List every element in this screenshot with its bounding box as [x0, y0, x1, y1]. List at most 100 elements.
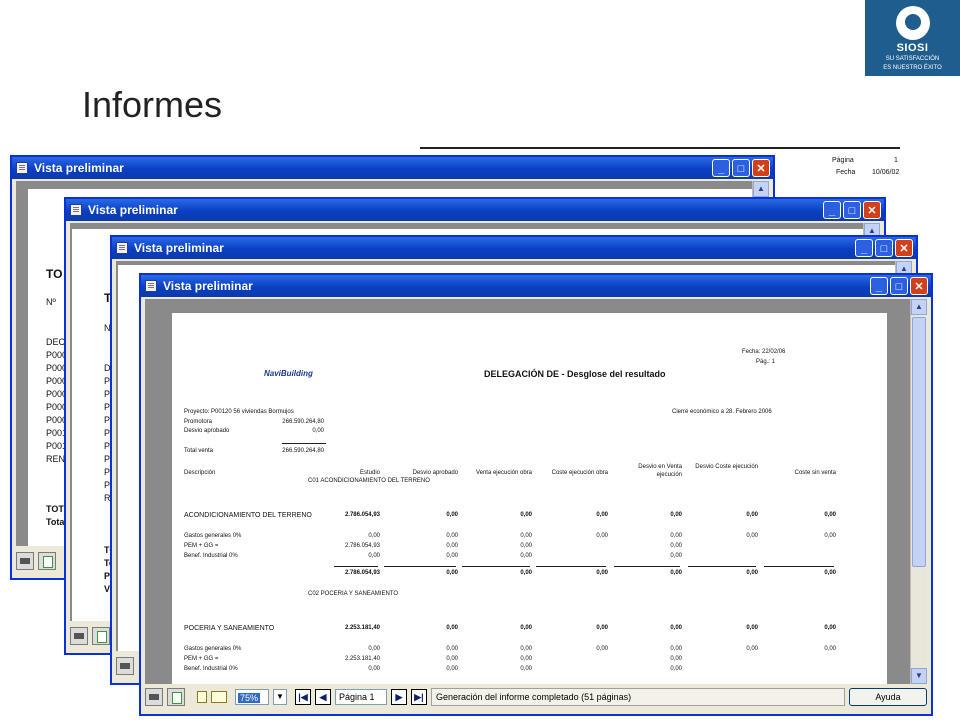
logo-name: SIOSI	[896, 42, 929, 54]
sub-row-value: 0,00	[520, 646, 532, 652]
chevron-down-icon[interactable]: ▼	[273, 689, 287, 705]
two-page-view-icon[interactable]	[211, 691, 227, 703]
chapter-value: 0,00	[824, 512, 836, 518]
report-pag: Pág.: 1	[756, 359, 776, 365]
window-front-titlebar[interactable]: Vista preliminar _ □ ✕	[141, 275, 931, 297]
chapter-value: 0,00	[670, 512, 682, 518]
maximize-button[interactable]: □	[732, 159, 750, 177]
col-header-coste-sin-venta: Coste sin venta	[794, 470, 836, 476]
close-button[interactable]: ✕	[895, 239, 913, 257]
sub-row-value: 0,00	[746, 533, 758, 539]
print-icon[interactable]	[116, 657, 134, 675]
chapter-total-value: 0,00	[746, 570, 758, 576]
sub-row-value: 0,00	[446, 553, 458, 559]
chapter-value: 0,00	[520, 512, 532, 518]
slide-title: Informes	[82, 84, 223, 125]
maximize-button[interactable]: □	[890, 277, 908, 295]
total-separator-line	[536, 566, 606, 567]
report-title: DELEGACIÓN DE - Desglose del resultado	[484, 369, 666, 379]
chapter-code: C01 ACONDICIONAMIENTO DEL TERRENO	[308, 478, 430, 484]
close-button[interactable]: ✕	[910, 277, 928, 295]
total-separator-line	[384, 566, 456, 567]
chapter-value: 2.786.054,93	[344, 512, 380, 518]
chapter-name: POCERIA Y SANEAMIENTO	[184, 625, 275, 632]
export-icon[interactable]	[92, 627, 110, 645]
minimize-button[interactable]: _	[712, 159, 730, 177]
total-separator-line	[764, 566, 834, 567]
window-front-title: Vista preliminar	[163, 279, 253, 293]
col-header-descripcion: Descripción	[184, 470, 216, 476]
scroll-thumb[interactable]	[912, 317, 926, 567]
minimize-button[interactable]: _	[823, 201, 841, 219]
siosi-logo: SIOSI SU SATISFACCIÓN ES NUESTRO ÉXITO	[865, 0, 960, 76]
close-button[interactable]: ✕	[752, 159, 770, 177]
window-front-scrollbar[interactable]: ▲ ▼	[910, 299, 927, 684]
col-header-coste-ejecucion: Coste ejecución obra	[551, 470, 608, 476]
w1-line: TO	[46, 267, 63, 281]
zoom-value: 75%	[238, 693, 261, 703]
window-3-titlebar[interactable]: Vista preliminar _ □ ✕	[112, 237, 916, 259]
zoom-select[interactable]: 75%	[235, 689, 269, 705]
first-page-button[interactable]: |◀	[295, 689, 311, 705]
sub-row-label: Benef. Industrial 0%	[184, 666, 238, 672]
status-message: Generación del informe completado (51 pá…	[431, 688, 845, 706]
window-icon	[145, 280, 157, 292]
promotora-label: Promotora	[184, 419, 213, 425]
desvio-label: Desvio aprobado	[184, 428, 230, 434]
chapter-value: 0,00	[520, 625, 532, 631]
page-view-icon[interactable]	[197, 691, 207, 703]
preview-window-front[interactable]: Vista preliminar _ □ ✕ Fecha: 22/02/06 P…	[139, 273, 933, 716]
minimize-button[interactable]: _	[870, 277, 888, 295]
window-1-titlebar[interactable]: Vista preliminar _ □ ✕	[12, 157, 773, 179]
col-header-desvio-aprobado: Desvio aprobado	[412, 470, 458, 476]
print-icon[interactable]	[16, 552, 34, 570]
previous-page-button[interactable]: ◀	[315, 689, 331, 705]
sub-row-value: 0,00	[520, 553, 532, 559]
page-field[interactable]: Página 1	[335, 689, 387, 705]
maximize-button[interactable]: □	[843, 201, 861, 219]
sub-row-value: 0,00	[596, 646, 608, 652]
siosi-logo-mark-icon	[895, 6, 930, 40]
scroll-up-arrow-icon[interactable]: ▲	[911, 299, 927, 315]
scroll-up-arrow-icon[interactable]: ▲	[753, 181, 769, 197]
sub-row-value: 0,00	[368, 553, 380, 559]
minimize-button[interactable]: _	[855, 239, 873, 257]
scroll-down-arrow-icon[interactable]: ▼	[911, 668, 927, 684]
sub-row-value: 0,00	[446, 666, 458, 672]
window-2-titlebar[interactable]: Vista preliminar _ □ ✕	[66, 199, 884, 221]
navibuilding-logo: NaviBuilding	[264, 369, 313, 378]
last-page-button[interactable]: ▶|	[411, 689, 427, 705]
maximize-button[interactable]: □	[875, 239, 893, 257]
sub-row-value: 0,00	[368, 533, 380, 539]
sub-row-value: 0,00	[520, 533, 532, 539]
sub-row-value: 0,00	[446, 533, 458, 539]
total-venta-label: Total venta	[184, 448, 214, 454]
next-page-button[interactable]: ▶	[391, 689, 407, 705]
help-button[interactable]: Ayuda	[849, 688, 927, 706]
chapter-value: 0,00	[670, 625, 682, 631]
sub-row-value: 0,00	[670, 646, 682, 652]
col-header-venta-ejecucion: Venta ejecución obra	[475, 470, 532, 476]
chapter-value: 0,00	[596, 625, 608, 631]
sub-row-label: Gastos generales 0%	[184, 646, 242, 652]
sub-row-value: 2.253.181,40	[344, 656, 380, 662]
chapter-total-value: 0,00	[446, 570, 458, 576]
close-button[interactable]: ✕	[863, 201, 881, 219]
w1-line: Nº	[46, 297, 56, 307]
print-icon[interactable]	[70, 627, 88, 645]
sub-row-value: 0,00	[446, 646, 458, 652]
report-cierre: Cierre económico a 28. Febrero 2006	[672, 409, 772, 415]
export-icon[interactable]	[167, 688, 185, 706]
chapter-value: 0,00	[824, 625, 836, 631]
export-icon[interactable]	[38, 552, 56, 570]
sub-row-value: 0,00	[520, 666, 532, 672]
logo-tagline-2: ES NUESTRO ÉXITO	[883, 65, 942, 71]
chapter-total-value: 2.786.054,93	[344, 570, 380, 576]
sub-row-value: 0,00	[368, 646, 380, 652]
report-page: Fecha: 22/02/06 Pág.: 1 NaviBuilding DEL…	[172, 313, 887, 684]
chapter-value: 0,00	[596, 512, 608, 518]
sub-row-value: 0,00	[670, 543, 682, 549]
report-proyecto: Proyecto: P00120 56 viviendas Bormujos	[184, 409, 294, 415]
total-separator-line	[334, 566, 378, 567]
print-icon[interactable]	[145, 688, 163, 706]
